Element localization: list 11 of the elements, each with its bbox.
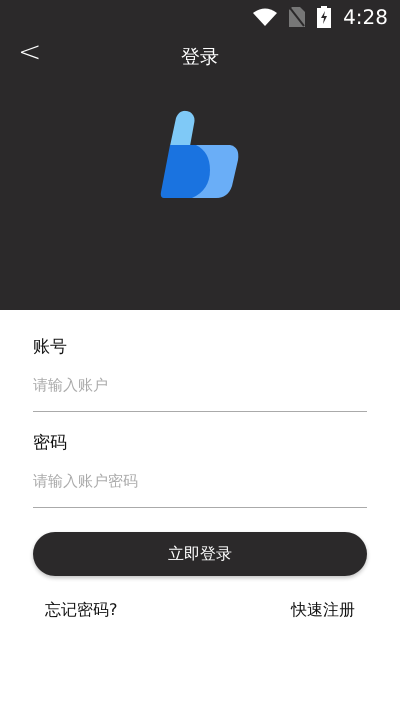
text-link[interactable]: 忘记密码? <box>45 598 118 622</box>
status-time: 4:28 <box>343 4 388 31</box>
login-button[interactable]: 立即登录 <box>33 532 367 576</box>
back-button[interactable]: < <box>14 38 46 66</box>
text-link[interactable]: 快速注册 <box>291 598 355 622</box>
no-sim-icon <box>289 7 306 27</box>
battery-charging-icon <box>317 6 332 28</box>
page-title: 登录 <box>181 44 219 70</box>
wifi-icon <box>253 8 278 26</box>
field-label: 账号 <box>33 336 68 359</box>
field-label: 密码 <box>33 432 68 455</box>
